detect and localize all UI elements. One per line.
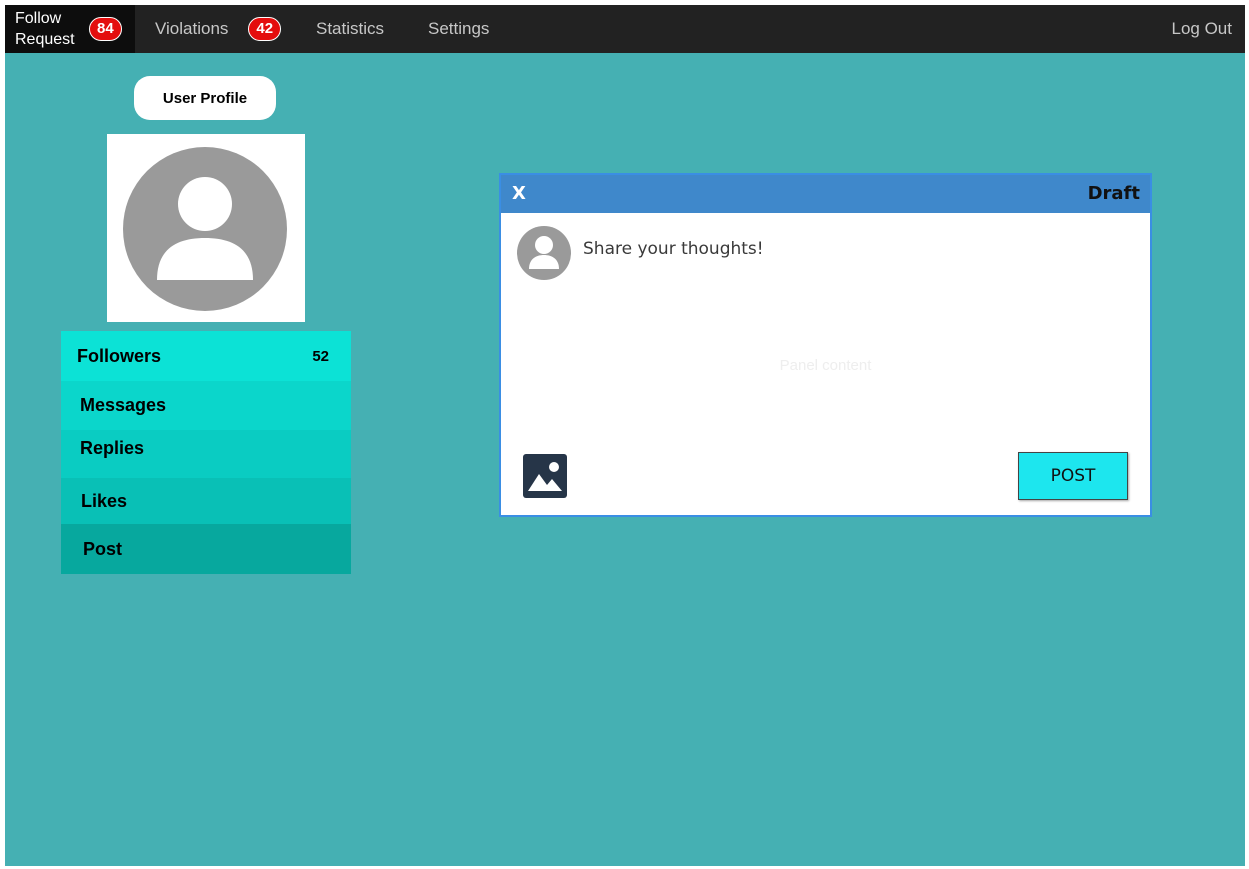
menu-item-label: Likes — [81, 490, 128, 511]
menu-item-label: Replies — [80, 438, 145, 458]
panel-content: Panel content — [779, 357, 872, 374]
menu-item-label: Messages — [80, 395, 167, 415]
menu-item-post[interactable]: Post — [61, 524, 351, 574]
top-nav: Follow Request 84 Violations 42 Statisti… — [5, 5, 1245, 53]
followers-count: 52 — [312, 347, 329, 365]
nav-settings[interactable]: Settings — [428, 5, 489, 53]
panel-header: X Draft — [501, 175, 1150, 213]
nav-follow-request-label: Follow Request — [15, 10, 75, 48]
thoughts-input[interactable] — [583, 239, 1103, 259]
avatar — [107, 134, 305, 322]
close-button[interactable]: X — [512, 183, 526, 204]
nav-violations-label: Violations — [155, 19, 229, 38]
logout-link[interactable]: Log Out — [1172, 5, 1233, 53]
nav-statistics[interactable]: Statistics — [316, 5, 384, 53]
menu-item-followers[interactable]: Followers 52 — [61, 331, 351, 381]
draft-panel: X Draft Panel content POST — [499, 173, 1152, 517]
menu-item-likes[interactable]: Likes — [61, 478, 351, 524]
menu-item-messages[interactable]: Messages — [61, 381, 351, 430]
menu-item-label: Followers — [77, 345, 162, 366]
post-button[interactable]: POST — [1018, 452, 1128, 500]
user-avatar-icon — [123, 147, 287, 311]
nav-violations[interactable]: Violations 42 — [155, 5, 282, 53]
side-menu: Followers 52 Messages Replies Likes Post — [61, 331, 351, 574]
follow-request-badge: 84 — [89, 17, 122, 41]
nav-follow-request[interactable]: Follow Request 84 — [5, 5, 135, 53]
violations-badge: 42 — [248, 17, 282, 41]
menu-item-replies[interactable]: Replies — [61, 430, 351, 478]
image-icon[interactable] — [523, 454, 567, 498]
user-profile-button[interactable]: User Profile — [134, 76, 276, 120]
panel-title: Draft — [1087, 183, 1140, 204]
app-frame: Follow Request 84 Violations 42 Statisti… — [5, 5, 1245, 866]
menu-item-label: Post — [83, 538, 123, 559]
user-avatar-icon — [517, 226, 571, 280]
